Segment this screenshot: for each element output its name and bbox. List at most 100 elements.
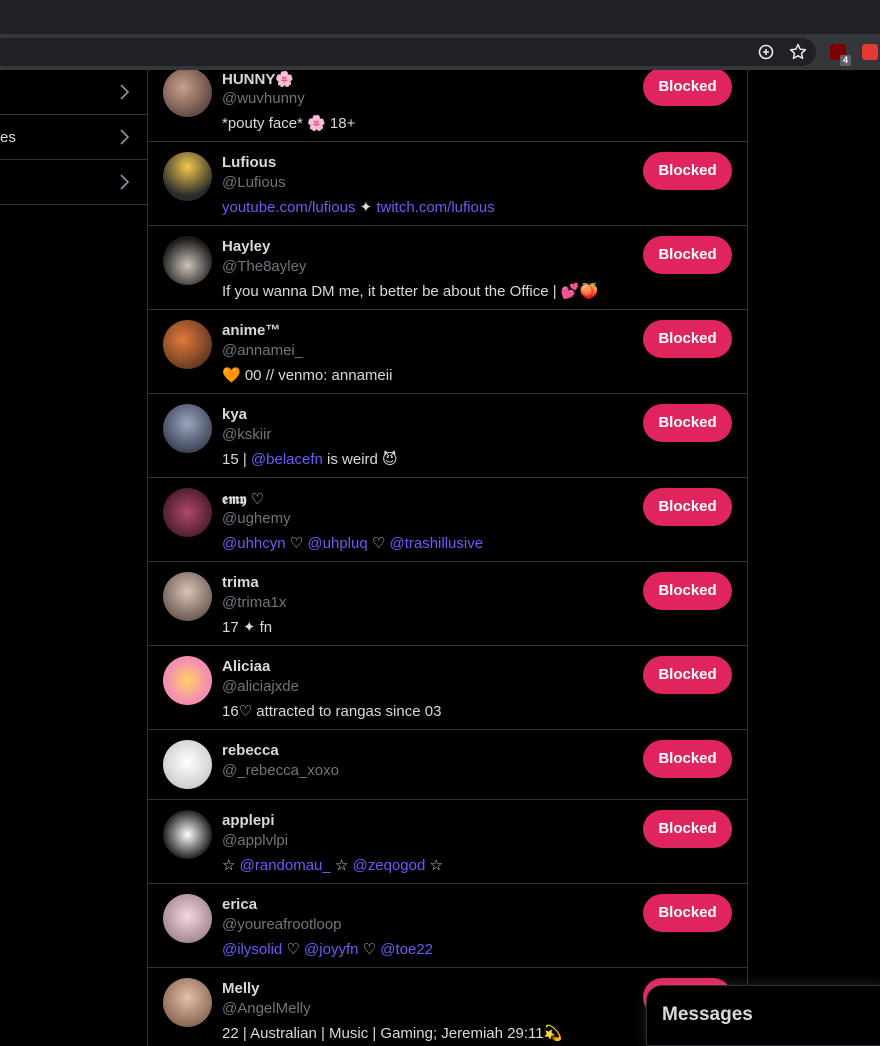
settings-nav-item[interactable] [0,70,148,115]
user-handle[interactable]: @youreafrootloop [222,916,341,933]
user-bio: ☆ @randomau_ ☆ @zeqogod ☆ [222,856,443,874]
blocked-button[interactable]: Blocked [643,320,732,358]
browser-tabstrip [0,0,880,34]
blocked-button[interactable]: Blocked [643,656,732,694]
blocked-account-row[interactable]: kya @kskiir 15 | @belacefn is weird 😈 Block… [148,394,747,478]
avatar[interactable] [163,656,212,705]
avatar[interactable] [163,978,212,1027]
messages-drawer[interactable]: Messages [646,985,880,1046]
display-name[interactable]: rebecca [222,742,279,759]
user-handle[interactable]: @applvlpi [222,832,288,849]
avatar[interactable] [163,572,212,621]
settings-nav-item[interactable] [0,160,148,205]
blocked-account-row[interactable]: Hayley @The8ayley If you wanna DM me, it b… [148,226,747,310]
display-name[interactable]: trima [222,574,259,591]
bio-link[interactable]: youtube.com/lufious [222,199,355,216]
user-bio: If you wanna DM me, it better be about t… [222,282,598,300]
user-handle[interactable]: @AngelMelly [222,1000,311,1017]
avatar[interactable] [163,488,212,537]
display-name[interactable]: anime™ [222,322,280,339]
display-name[interactable]: Lufious [222,154,276,171]
user-bio: 15 | @belacefn is weird 😈 [222,450,398,468]
avatar[interactable] [163,894,212,943]
bio-text: ♡ [282,941,305,958]
avatar[interactable] [163,810,212,859]
bio-text: 17 ✦ fn [222,619,273,636]
bio-link[interactable]: @uhhcyn [222,535,286,552]
avatar[interactable] [163,70,212,117]
blocked-account-row[interactable]: Aliciaa @aliciajxde 16♡ attracted to ranga… [148,646,747,730]
bio-link[interactable]: @toe22 [380,941,433,958]
blocked-button[interactable]: Blocked [643,740,732,778]
blocked-button[interactable]: Blocked [643,810,732,848]
bio-link[interactable]: @ilysolid [222,941,282,958]
bio-link[interactable]: twitch.com/lufious [376,199,494,216]
display-name[interactable]: 𝖊𝖒𝖞 ♡ [222,490,264,508]
blocked-button[interactable]: Blocked [643,152,732,190]
bookmark-star-icon[interactable] [788,42,808,62]
bio-text: ♡ [358,941,381,958]
bio-link[interactable]: @uhpluq [307,535,367,552]
blocked-account-row[interactable]: HUNNY🌸 @wuvhunny *pouty face* 🌸 18+ Blocked [148,70,747,142]
user-handle[interactable]: @kskiir [222,426,271,443]
zoom-in-icon[interactable] [756,42,776,62]
user-bio: 22 | Australian | Music | Gaming; Jeremi… [222,1024,562,1042]
user-bio: youtube.com/lufious ✦ twitch.com/lufious [222,198,495,216]
bio-text: 22 | Australian | Music | Gaming; Jeremi… [222,1025,563,1042]
address-bar[interactable] [0,38,816,66]
bio-text: ☆ [425,857,443,874]
chevron-right-icon [120,174,130,190]
avatar[interactable] [163,152,212,201]
blocked-account-row[interactable]: applepi @applvlpi ☆ @randomau_ ☆ @zeqogod … [148,800,747,884]
blocked-button[interactable]: Blocked [643,572,732,610]
blocked-account-row[interactable]: erica @youreafrootloop @ilysolid ♡ @joyyfn… [148,884,747,968]
user-handle[interactable]: @The8ayley [222,258,306,275]
bio-text: *pouty face* 🌸 18+ [222,115,356,132]
user-bio: @uhhcyn ♡ @uhpluq ♡ @trashillusive [222,534,483,552]
messages-title: Messages [662,1004,753,1025]
avatar[interactable] [163,740,212,789]
bio-text: 🧡 00 // venmo: annameii [222,367,393,384]
extension-icon[interactable] [862,44,878,60]
settings-nav-item[interactable]: es [0,115,148,160]
blocked-button[interactable]: Blocked [643,894,732,932]
display-name[interactable]: Melly [222,980,260,997]
display-name[interactable]: erica [222,896,257,913]
chevron-right-icon [120,129,130,145]
display-name[interactable]: Aliciaa [222,658,270,675]
avatar[interactable] [163,404,212,453]
bio-link[interactable]: @belacefn [251,451,323,468]
display-name[interactable]: kya [222,406,247,423]
display-name[interactable]: applepi [222,812,275,829]
user-handle[interactable]: @_rebecca_xoxo [222,762,339,779]
bio-text: ♡ [367,535,390,552]
display-name[interactable]: Hayley [222,238,270,255]
bio-text: If you wanna DM me, it better be about t… [222,283,599,300]
user-handle[interactable]: @trima1x [222,594,286,611]
blocked-accounts-list: HUNNY🌸 @wuvhunny *pouty face* 🌸 18+ Blocked… [147,70,748,1046]
avatar[interactable] [163,320,212,369]
blocked-button[interactable]: Blocked [643,404,732,442]
bio-link[interactable]: @joyyfn [304,941,358,958]
user-handle[interactable]: @wuvhunny [222,90,305,107]
blocked-button[interactable]: Blocked [643,70,732,106]
user-handle[interactable]: @ughemy [222,510,291,527]
user-handle[interactable]: @annamei_ [222,342,303,359]
display-name[interactable]: HUNNY🌸 [222,70,294,88]
bio-link[interactable]: @trashillusive [389,535,483,552]
blocked-button[interactable]: Blocked [643,488,732,526]
blocked-account-row[interactable]: trima @trima1x 17 ✦ fn Blocked [148,562,747,646]
user-handle[interactable]: @aliciajxde [222,678,299,695]
bio-link[interactable]: @zeqogod [353,857,426,874]
blocked-account-row[interactable]: Lufious @Lufious youtube.com/lufious ✦ twi… [148,142,747,226]
blocked-account-row[interactable]: anime™ @annamei_ 🧡 00 // venmo: annameii Bl… [148,310,747,394]
blocked-account-row[interactable]: rebecca @_rebecca_xoxo Blocked [148,730,747,800]
blocked-button[interactable]: Blocked [643,236,732,274]
blocked-account-row[interactable]: 𝖊𝖒𝖞 ♡ @ughemy @uhhcyn ♡ @uhpluq ♡ @trashil… [148,478,747,562]
bio-text: 15 | [222,451,251,468]
bio-text: ☆ [330,857,353,874]
user-handle[interactable]: @Lufious [222,174,286,191]
bio-link[interactable]: @randomau_ [240,857,331,874]
user-bio: 17 ✦ fn [222,618,272,636]
avatar[interactable] [163,236,212,285]
